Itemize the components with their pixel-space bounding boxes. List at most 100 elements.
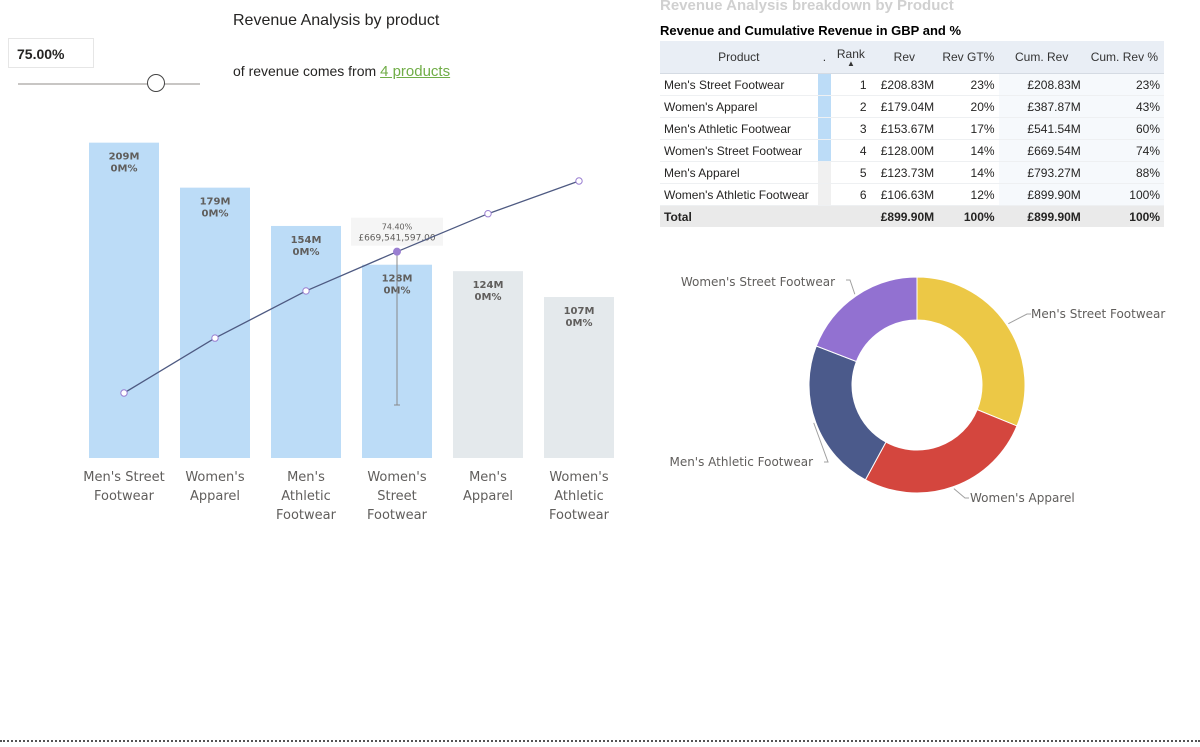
total-cell: £899.90M	[870, 205, 939, 227]
x-axis-tick-label: Apparel	[190, 489, 240, 504]
col-header-dot[interactable]: .	[817, 41, 832, 74]
table-cell: £123.73M	[870, 161, 939, 184]
cumulative-point[interactable]	[484, 210, 492, 218]
table-cell: £793.27M	[998, 161, 1085, 184]
total-cell: 100%	[1084, 205, 1164, 227]
x-axis-tick-label: Men's Street	[83, 470, 164, 485]
bar-data-label: 209M	[109, 152, 140, 163]
donut-slice[interactable]	[808, 345, 887, 481]
table-cell: £208.83M	[998, 73, 1085, 96]
table-cell: 3	[831, 117, 871, 140]
revenue-table: Product . Rank ▲ Rev Rev GT% Cum. Rev Cum…	[660, 41, 1164, 227]
table-cell: Women's Athletic Footwear	[660, 183, 818, 206]
table-cell: £669.54M	[998, 139, 1085, 162]
table-row[interactable]: Women's Athletic Footwear 6 £106.63M 12% £89…	[660, 183, 1164, 206]
table-cell: £179.04M	[870, 95, 939, 118]
x-axis-tick-label: Footwear	[276, 508, 337, 523]
product-count-link[interactable]: 4 products	[380, 63, 450, 80]
cumulative-point[interactable]	[211, 334, 219, 342]
total-cell	[817, 205, 832, 227]
x-axis-tick-label: Men's	[287, 470, 325, 485]
col-header-cum-rev[interactable]: Cum. Rev	[998, 41, 1085, 74]
table-cell: 43%	[1084, 95, 1164, 118]
bar-data-label: 107M	[564, 306, 595, 317]
table-cell: 6	[831, 183, 871, 206]
table-cell: 74%	[1084, 139, 1164, 162]
table-total-row: Total £899.90M 100% £899.90M 100%	[660, 205, 1164, 227]
page-bottom-divider	[0, 740, 1200, 742]
table-cell: Women's Apparel	[660, 95, 818, 118]
sort-ascending-icon: ▲	[846, 59, 855, 68]
donut-slice-label: Women's Street Footwear	[681, 275, 835, 289]
bar-data-label: 0M%	[293, 247, 320, 258]
cumulative-point[interactable]	[302, 287, 310, 295]
percent-slicer-value[interactable]: 75.00%	[8, 38, 94, 68]
table-cell: £128.00M	[870, 139, 939, 162]
x-axis-tick-label: Apparel	[463, 489, 513, 504]
rank-indicator-cell	[817, 95, 832, 118]
table-row[interactable]: Men's Apparel 5 £123.73M 14% £793.27M 88%	[660, 161, 1164, 184]
col-header-product[interactable]: Product	[660, 41, 818, 74]
rank-indicator-cell	[817, 73, 832, 96]
table-cell: 5	[831, 161, 871, 184]
bar-data-label: 0M%	[566, 318, 593, 329]
table-cell: £208.83M	[870, 73, 939, 96]
col-header-rank[interactable]: Rank ▲	[831, 41, 871, 74]
percent-slider-thumb[interactable]	[146, 74, 165, 92]
donut-slice[interactable]	[864, 408, 1018, 494]
bar[interactable]	[271, 225, 341, 458]
subheading-prefix: of revenue comes from	[233, 63, 381, 79]
donut-slice[interactable]	[916, 276, 1026, 427]
x-axis-tick-label: Athletic	[281, 489, 330, 504]
revenue-donut-chart: Men's Street Footwear Women's Apparel Men'…	[669, 275, 1165, 505]
table-cell: 17%	[938, 117, 999, 140]
table-cell: Men's Athletic Footwear	[660, 117, 818, 140]
bar-data-label: 124M	[473, 280, 504, 291]
donut-slice-label: Men's Athletic Footwear	[669, 455, 813, 469]
table-row[interactable]: Men's Street Footwear 1 £208.83M 23% £208.83…	[660, 73, 1164, 96]
bar-data-label: 0M%	[111, 164, 138, 175]
x-axis-tick-label: Women's	[367, 470, 427, 485]
table-row[interactable]: Women's Street Footwear 4 £128.00M 14% £669.…	[660, 139, 1164, 162]
table-cell: 60%	[1084, 117, 1164, 140]
donut-slice-label: Men's Street Footwear	[1031, 307, 1165, 321]
total-cell: 100%	[938, 205, 999, 227]
table-title: Revenue and Cumulative Revenue in GBP an…	[660, 23, 962, 38]
bar[interactable]	[89, 142, 159, 459]
cumulative-point[interactable]	[575, 177, 583, 185]
page-heading: Revenue Analysis by product	[233, 12, 440, 29]
col-header-cum-rev-pct[interactable]: Cum. Rev %	[1084, 41, 1164, 74]
cumulative-point[interactable]	[393, 247, 401, 256]
donut-leader-line	[953, 488, 969, 499]
table-cell: 20%	[938, 95, 999, 118]
bar[interactable]	[180, 187, 250, 458]
table-cell: £106.63M	[870, 183, 939, 206]
table-cell: £153.67M	[870, 117, 939, 140]
x-axis-tick-label: Men's	[469, 470, 507, 485]
cumulative-point[interactable]	[120, 389, 128, 397]
table-row[interactable]: Men's Athletic Footwear 3 £153.67M 17% £541.…	[660, 117, 1164, 140]
x-axis-tick-label: Women's	[549, 470, 609, 485]
table-row[interactable]: Women's Apparel 2 £179.04M 20% £387.87M 43%	[660, 95, 1164, 118]
pareto-chart: 209M0M%Men's StreetFootwear179M0M%Women'…	[83, 142, 614, 523]
table-cell: 100%	[1084, 183, 1164, 206]
donut-slice[interactable]	[815, 276, 918, 363]
table-cell: 14%	[938, 139, 999, 162]
donut-leader-line	[1008, 313, 1031, 325]
table-cell: 23%	[1084, 73, 1164, 96]
table-header-row: Product . Rank ▲ Rev Rev GT% Cum. Rev Cum…	[660, 41, 1164, 74]
x-axis-tick-label: Women's	[185, 470, 245, 485]
bar-data-label: 154M	[291, 235, 322, 246]
rank-indicator-cell	[817, 183, 832, 206]
rank-indicator-cell	[817, 139, 832, 162]
col-header-rev-gt[interactable]: Rev GT%	[938, 41, 999, 74]
col-header-rev[interactable]: Rev	[870, 41, 939, 74]
table-cell: 2	[831, 95, 871, 118]
percent-slider-track[interactable]	[18, 83, 200, 85]
total-cell: £899.90M	[998, 205, 1085, 227]
table-cell: Men's Apparel	[660, 161, 818, 184]
rank-indicator-cell	[817, 117, 832, 140]
tooltip-value: £669,541,597.00	[358, 234, 436, 244]
panel-title: Revenue Analysis breakdown by Product	[660, 0, 954, 14]
table-body: Men's Street Footwear 1 £208.83M 23% £208.83…	[660, 73, 1164, 227]
